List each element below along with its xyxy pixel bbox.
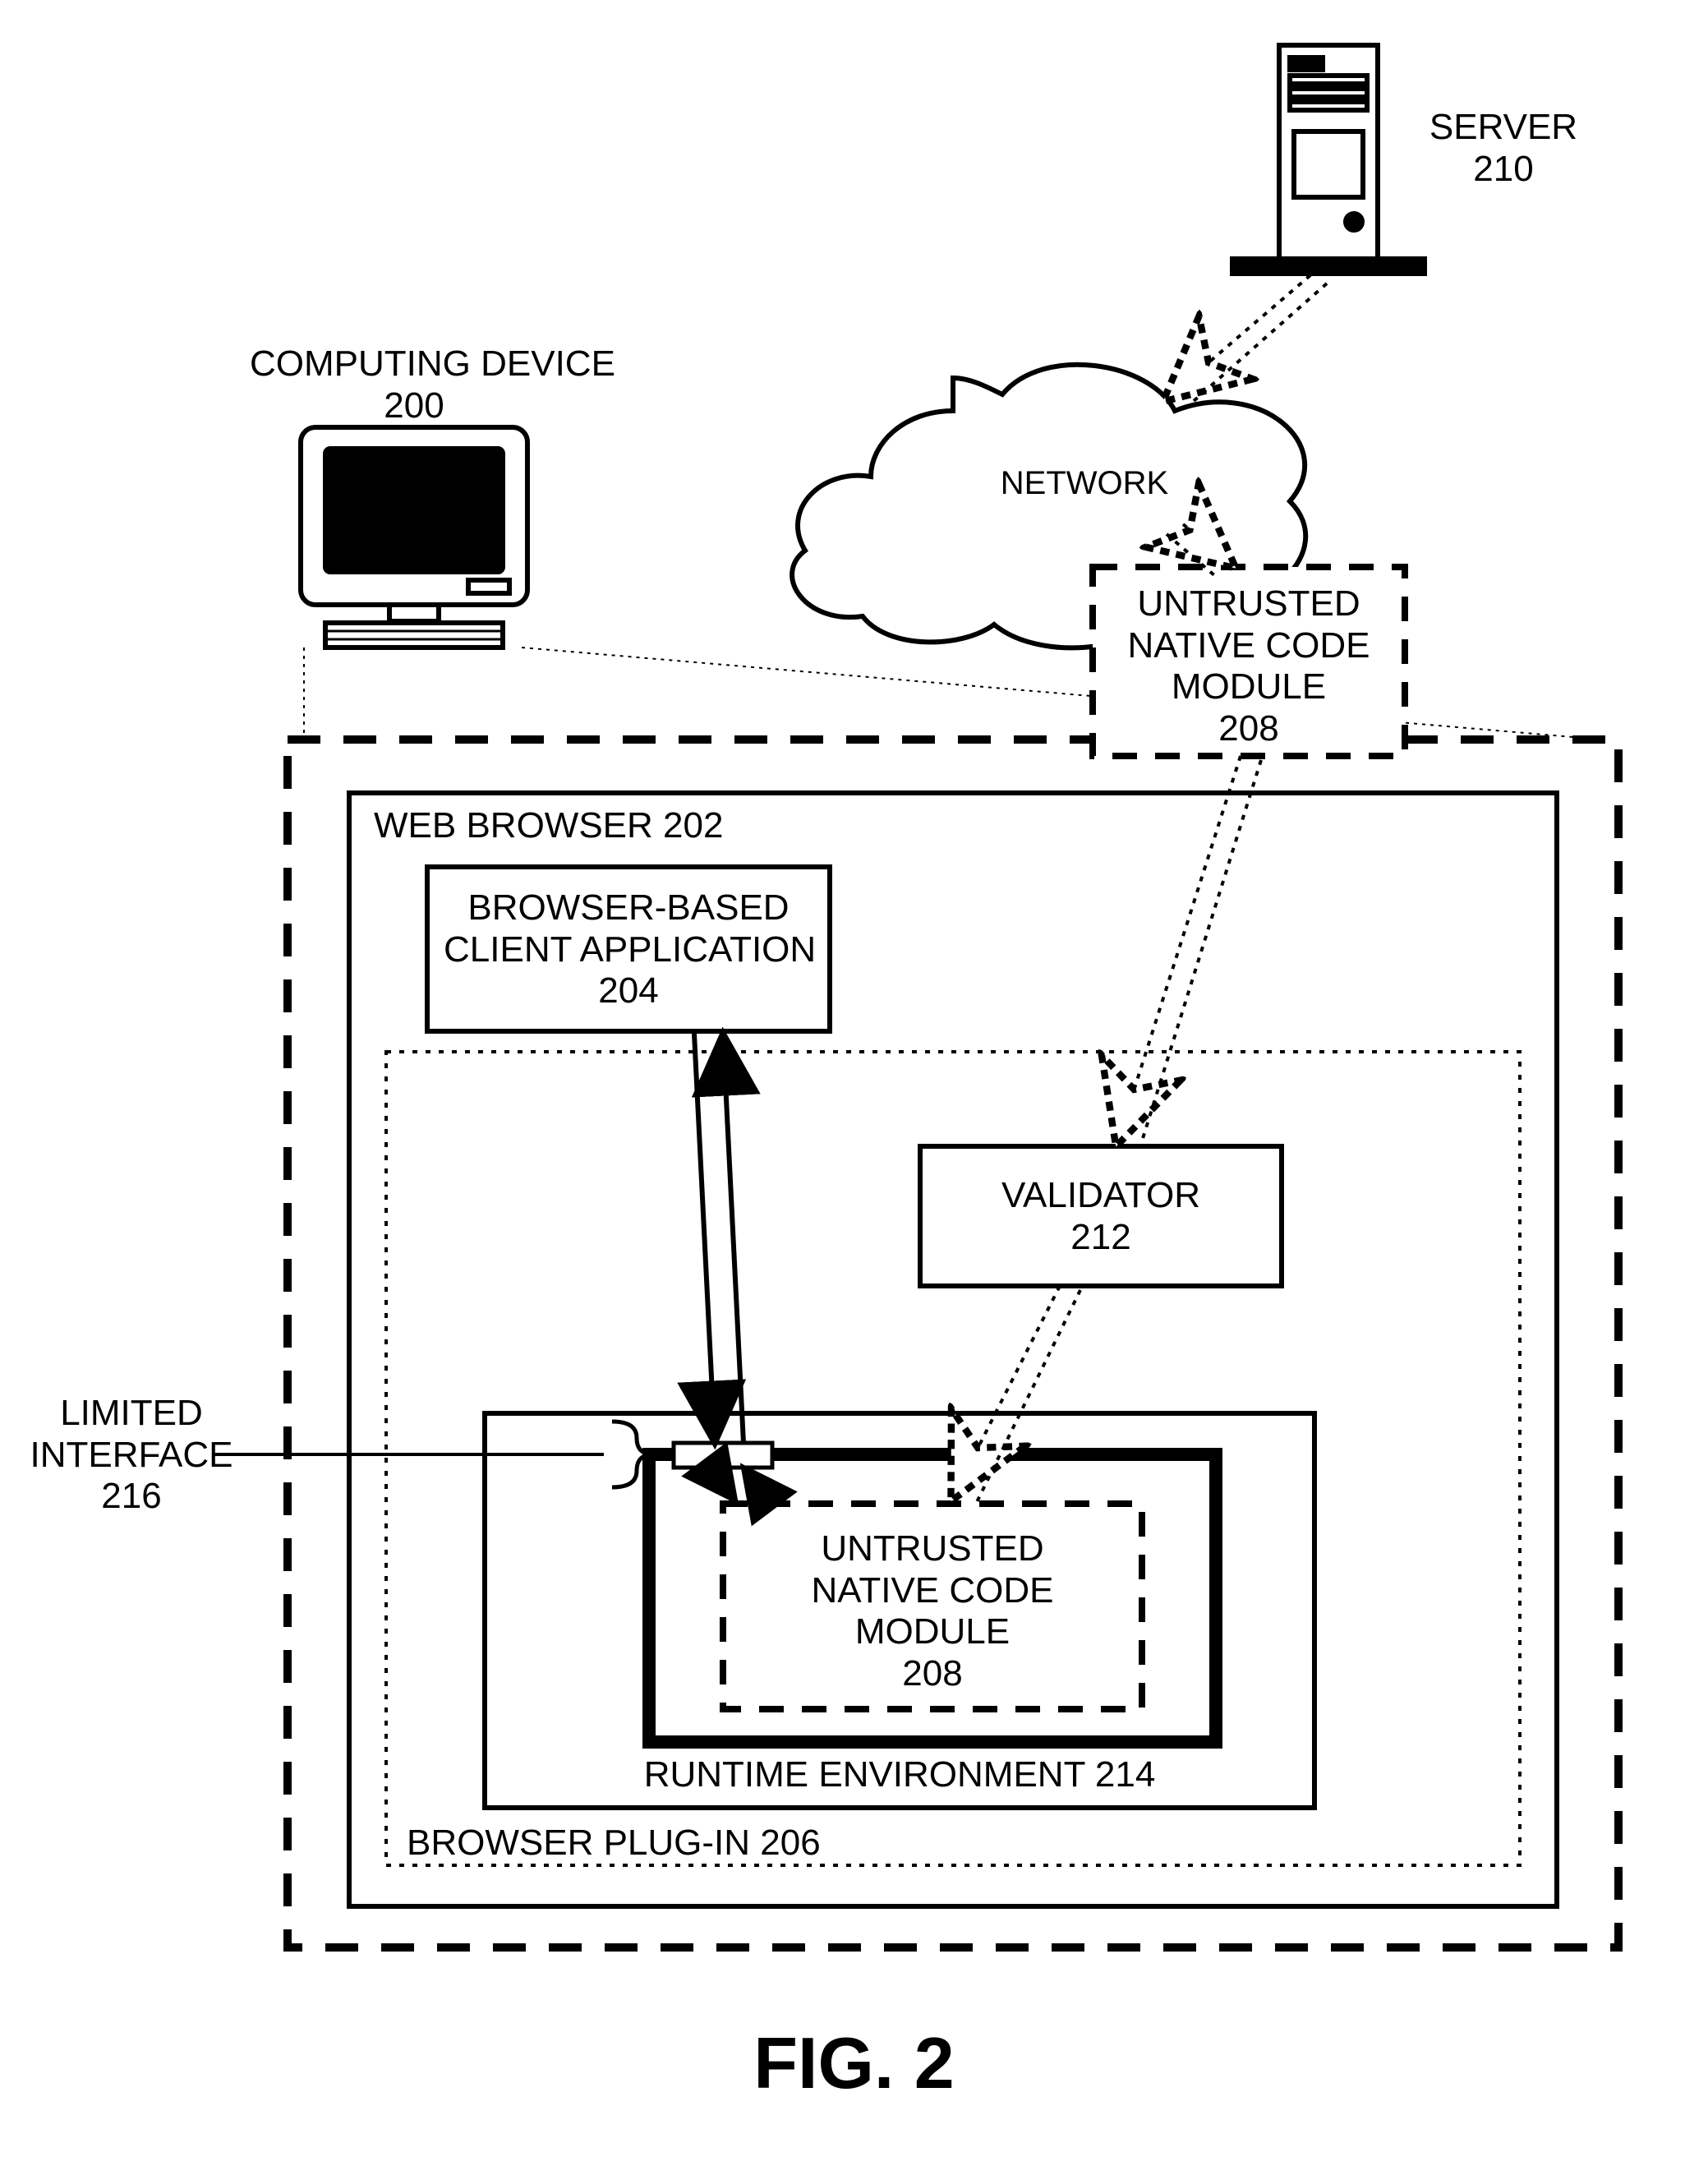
server-label: SERVER 210 [1397,107,1610,190]
plugin-label: BROWSER PLUG-IN 206 [407,1823,821,1864]
computer-icon [301,427,527,647]
computing-device-label: COMPUTING DEVICE 200 [250,343,578,426]
untrusted-top-label: UNTRUSTED NATIVE CODE MODULE 208 [1109,583,1388,749]
diagram-svg [0,0,1708,2166]
diagram-stage: COMPUTING DEVICE 200 SERVER 210 NETWORK … [0,0,1708,2166]
network-label: NETWORK [969,464,1199,502]
client-app-label: BROWSER-BASED CLIENT APPLICATION 204 [444,887,813,1012]
figure-label: FIG. 2 [0,2021,1708,2105]
arrow-untrusted-to-validator [1117,756,1241,1142]
validator-label: VALIDATOR 212 [937,1175,1265,1258]
untrusted-inner-label: UNTRUSTED NATIVE CODE MODULE 208 [739,1528,1126,1694]
runtime-env-label: RUNTIME ENVIRONMENT 214 [501,1754,1298,1796]
web-browser-label: WEB BROWSER 202 [374,805,723,847]
arrow-server-to-cloud [1167,275,1310,399]
server-icon [1232,45,1425,274]
limited-interface-label: LIMITED INTERFACE 216 [25,1393,238,1518]
arrow-interface-to-client [723,1034,744,1443]
limited-interface-port [674,1443,772,1468]
arrow-client-to-interface [694,1034,715,1443]
